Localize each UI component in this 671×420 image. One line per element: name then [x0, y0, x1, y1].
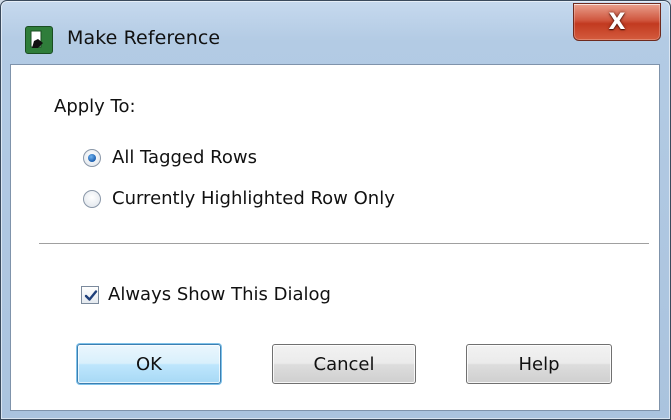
- window-title: Make Reference: [67, 27, 221, 49]
- radio-button[interactable]: [83, 189, 101, 208]
- title-bar[interactable]: Make Reference X: [1, 1, 670, 61]
- dialog-body: Apply To: All Tagged Rows Currently High…: [10, 64, 660, 411]
- always-show-checkbox[interactable]: [81, 285, 99, 304]
- help-button[interactable]: Help: [466, 344, 612, 384]
- close-icon: X: [608, 9, 626, 35]
- app-document-icon: [25, 26, 53, 54]
- ok-button[interactable]: OK: [77, 344, 221, 384]
- radio-label: All Tagged Rows: [112, 147, 257, 168]
- radio-label: Currently Highlighted Row Only: [112, 188, 395, 209]
- radio-button-selected[interactable]: [83, 148, 101, 167]
- checkmark-icon: [84, 289, 98, 301]
- apply-to-label: Apply To:: [54, 96, 136, 117]
- cancel-button[interactable]: Cancel: [272, 344, 416, 384]
- close-button[interactable]: X: [573, 3, 661, 41]
- radio-highlighted-row-only[interactable]: Currently Highlighted Row Only: [83, 188, 395, 209]
- divider: [39, 243, 649, 244]
- always-show-checkbox-row[interactable]: Always Show This Dialog: [81, 284, 331, 305]
- dialog-window: Make Reference X Apply To: All Tagged Ro…: [0, 0, 671, 420]
- always-show-label: Always Show This Dialog: [108, 284, 331, 305]
- radio-all-tagged-rows[interactable]: All Tagged Rows: [83, 147, 257, 168]
